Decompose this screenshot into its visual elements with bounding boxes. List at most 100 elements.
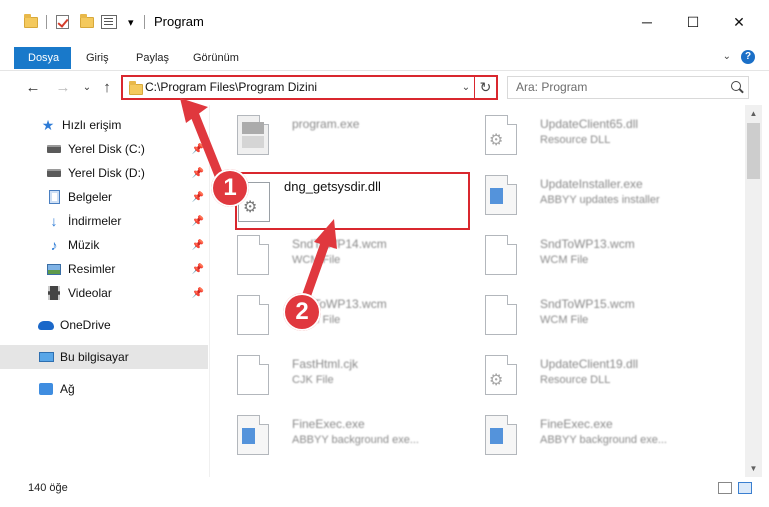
step-1-badge: 1 <box>211 169 249 207</box>
file-item[interactable]: UpdateClient19.dll Resource DLL <box>459 345 699 405</box>
sidebar-item-documents[interactable]: Belgeler 📌 <box>0 185 208 209</box>
file-list: program.exe SndToWP14.wcm WCM File SndTo… <box>211 105 745 477</box>
file-item[interactable]: UpdateClient65.dll Resource DLL <box>459 105 699 165</box>
new-folder-icon[interactable] <box>80 0 94 44</box>
sidebar-item-onedrive[interactable]: OneDrive <box>0 313 208 337</box>
sidebar-item-this-pc[interactable]: Bu bilgisayar <box>0 345 208 369</box>
file-icon <box>485 235 517 275</box>
sidebar-item-network[interactable]: Ağ <box>0 377 208 401</box>
pin-icon[interactable]: 📌 <box>192 192 204 203</box>
scroll-down-button[interactable]: ▼ <box>745 460 762 477</box>
sidebar-item-label: Ağ <box>60 382 75 396</box>
pin-icon[interactable]: 📌 <box>192 288 204 299</box>
file-icon <box>485 295 517 335</box>
music-icon: ♪ <box>50 237 58 253</box>
file-item[interactable]: SndToWP13.wcm WCM File <box>211 285 451 345</box>
large-icons-view-button[interactable] <box>738 482 752 494</box>
computer-icon <box>38 349 54 365</box>
file-name: SndToWP14.wcm <box>292 237 387 251</box>
sidebar-item-local-disk-d[interactable]: Yerel Disk (D:) 📌 <box>0 161 208 185</box>
back-button[interactable]: ← <box>22 77 44 99</box>
minimize-button[interactable]: ─ <box>624 0 670 44</box>
file-icon <box>237 355 269 395</box>
file-item[interactable]: FineExec.exe ABBYY background exe... <box>459 405 699 465</box>
help-icon[interactable]: ? <box>741 50 755 64</box>
sidebar-item-music[interactable]: ♪ Müzik 📌 <box>0 233 208 257</box>
sidebar-item-label: Resimler <box>68 262 116 276</box>
title-bar: ▾ Program ─ ☐ ✕ <box>0 0 769 44</box>
tab-view[interactable]: Görünüm <box>193 47 239 69</box>
status-bar: 140 öğe <box>0 477 769 507</box>
search-placeholder: Ara: Program <box>516 80 588 94</box>
pin-icon[interactable]: 📌 <box>192 216 204 227</box>
file-name: SndToWP13.wcm <box>540 237 635 251</box>
address-dropdown-icon[interactable]: ⌄ <box>459 77 473 98</box>
vertical-scrollbar[interactable]: ▲ ▼ <box>745 105 762 477</box>
properties-check-icon[interactable] <box>56 0 69 44</box>
details-view-button[interactable] <box>718 482 732 494</box>
sidebar-item-label: Yerel Disk (D:) <box>68 166 145 180</box>
recent-locations-dropdown[interactable]: ⌄ <box>76 77 98 99</box>
navigation-bar: ← → ⌄ ↑ C:\Program Files\Program Dizini … <box>0 71 769 105</box>
collapse-ribbon-icon[interactable]: ⌄ <box>723 51 731 62</box>
step-2-badge: 2 <box>283 293 321 331</box>
file-item[interactable]: SndToWP15.wcm WCM File <box>459 285 699 345</box>
window-title: Program <box>154 14 204 29</box>
documents-icon <box>46 189 62 205</box>
dll-gear-icon <box>485 355 517 395</box>
close-button[interactable]: ✕ <box>716 0 762 44</box>
maximize-button[interactable]: ☐ <box>670 0 716 44</box>
sidebar-item-pictures[interactable]: Resimler 📌 <box>0 257 208 281</box>
scroll-thumb[interactable] <box>747 123 760 179</box>
pin-icon[interactable]: 📌 <box>192 264 204 275</box>
sidebar-item-downloads[interactable]: ↓ İndirmeler 📌 <box>0 209 208 233</box>
file-name: FineExec.exe <box>540 417 613 431</box>
star-icon: ★ <box>41 116 55 133</box>
file-item[interactable]: SndToWP13.wcm WCM File <box>459 225 699 285</box>
network-icon <box>38 381 54 397</box>
file-name: dng_getsysdir.dll <box>284 179 381 194</box>
file-description: ABBYY background exe... <box>540 434 667 446</box>
item-count: 140 öğe <box>28 482 68 494</box>
file-item[interactable]: FastHtml.cjk CJK File <box>211 345 451 405</box>
file-name: UpdateClient19.dll <box>540 357 639 371</box>
pin-icon[interactable]: 📌 <box>192 240 204 251</box>
sidebar-item-quick-access[interactable]: ★ Hızlı erişim <box>0 113 208 137</box>
search-input[interactable]: Ara: Program <box>507 76 749 99</box>
file-item[interactable]: SndToWP14.wcm WCM File <box>211 225 451 285</box>
file-description: CJK File <box>292 374 334 386</box>
pin-icon[interactable]: 📌 <box>192 144 204 155</box>
properties-icon[interactable] <box>101 0 117 44</box>
address-path[interactable]: C:\Program Files\Program Dizini <box>145 77 317 98</box>
folder-icon <box>129 81 143 95</box>
file-description: WCM File <box>540 314 589 326</box>
separator <box>144 0 145 44</box>
refresh-button[interactable]: ↻ <box>474 77 496 98</box>
pin-icon[interactable]: 📌 <box>192 168 204 179</box>
search-icon[interactable] <box>731 81 741 91</box>
forward-button[interactable]: → <box>52 77 74 99</box>
videos-icon <box>46 285 62 301</box>
sidebar-item-local-disk-c[interactable]: Yerel Disk (C:) 📌 <box>0 137 208 161</box>
file-item[interactable]: program.exe <box>211 105 451 165</box>
sidebar-item-label: Belgeler <box>68 190 113 204</box>
app-icon <box>485 415 517 455</box>
file-item[interactable]: UpdateInstaller.exe ABBYY updates instal… <box>459 165 699 225</box>
sidebar-item-videos[interactable]: Videolar 📌 <box>0 281 208 305</box>
address-bar[interactable]: C:\Program Files\Program Dizini ⌄ ↻ <box>121 75 498 100</box>
file-description: Resource DLL <box>540 134 611 146</box>
file-item[interactable]: FineExec.exe ABBYY background exe... <box>211 405 451 465</box>
up-button[interactable]: ↑ <box>96 77 118 99</box>
scroll-up-button[interactable]: ▲ <box>745 105 762 122</box>
tab-home[interactable]: Giriş <box>86 47 109 69</box>
customize-toolbar-dropdown[interactable]: ▾ <box>128 0 134 44</box>
tab-file[interactable]: Dosya <box>14 47 71 69</box>
highlighted-dll-file[interactable]: dng_getsysdir.dll <box>235 172 470 230</box>
file-name: program.exe <box>292 117 360 131</box>
file-description: WCM File <box>292 254 341 266</box>
file-name: UpdateInstaller.exe <box>540 177 643 191</box>
separator <box>46 0 47 44</box>
file-description: WCM File <box>540 254 589 266</box>
file-description: ABBYY updates installer <box>540 194 660 206</box>
tab-share[interactable]: Paylaş <box>136 47 169 69</box>
